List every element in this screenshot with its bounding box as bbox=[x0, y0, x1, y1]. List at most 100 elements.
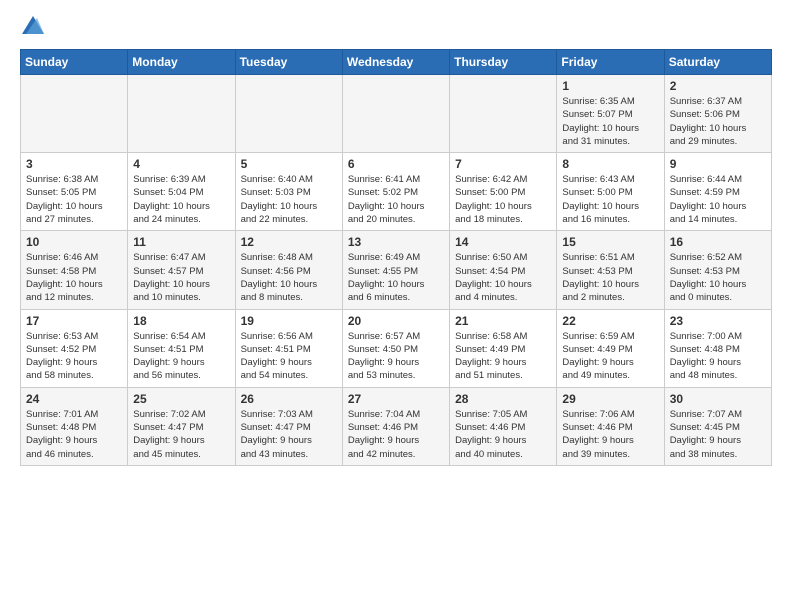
calendar-cell: 28Sunrise: 7:05 AMSunset: 4:46 PMDayligh… bbox=[450, 387, 557, 465]
day-info: Sunrise: 6:51 AMSunset: 4:53 PMDaylight:… bbox=[562, 251, 658, 304]
calendar-cell: 5 Sunrise: 6:40 AMSunset: 5:03 PMDaylight… bbox=[235, 153, 342, 231]
calendar-cell: 29 Sunrise: 7:06 AMSunset: 4:46 PMDayligh… bbox=[557, 387, 664, 465]
day-number: 7 bbox=[455, 157, 551, 171]
weekday-header-sunday: Sunday bbox=[21, 50, 128, 75]
calendar-cell: 13 Sunrise: 6:49 AMSunset: 4:55 PMDayligh… bbox=[342, 231, 449, 309]
day-number: 2 bbox=[670, 79, 766, 93]
calendar-cell: 30 Sunrise: 7:07 AMSunset: 4:45 PMDayligh… bbox=[664, 387, 771, 465]
calendar-cell bbox=[450, 75, 557, 153]
day-number: 22 bbox=[562, 314, 658, 328]
calendar-cell: 12 Sunrise: 6:48 AMSunset: 4:56 PMDayligh… bbox=[235, 231, 342, 309]
day-number: 4 bbox=[133, 157, 229, 171]
weekday-header-wednesday: Wednesday bbox=[342, 50, 449, 75]
page: SundayMondayTuesdayWednesdayThursdayFrid… bbox=[0, 0, 792, 482]
calendar-cell: 1 Sunrise: 6:35 AMSunset: 5:07 PMDaylight… bbox=[557, 75, 664, 153]
calendar-cell: 22Sunrise: 6:59 AMSunset: 4:49 PMDayligh… bbox=[557, 309, 664, 387]
calendar-cell: 2 Sunrise: 6:37 AMSunset: 5:06 PMDaylight… bbox=[664, 75, 771, 153]
calendar-cell: 9 Sunrise: 6:44 AMSunset: 4:59 PMDaylight… bbox=[664, 153, 771, 231]
calendar-cell: 3 Sunrise: 6:38 AMSunset: 5:05 PMDaylight… bbox=[21, 153, 128, 231]
day-info: Sunrise: 6:44 AMSunset: 4:59 PMDaylight:… bbox=[670, 173, 766, 226]
day-number: 12 bbox=[241, 235, 337, 249]
day-info: Sunrise: 6:52 AMSunset: 4:53 PMDaylight:… bbox=[670, 251, 766, 304]
calendar-cell: 17 Sunrise: 6:53 AMSunset: 4:52 PMDayligh… bbox=[21, 309, 128, 387]
day-info: Sunrise: 6:39 AMSunset: 5:04 PMDaylight:… bbox=[133, 173, 229, 226]
day-info: Sunrise: 7:00 AMSunset: 4:48 PMDaylight:… bbox=[670, 330, 766, 383]
day-number: 30 bbox=[670, 392, 766, 406]
day-number: 27 bbox=[348, 392, 444, 406]
day-info: Sunrise: 7:06 AMSunset: 4:46 PMDaylight:… bbox=[562, 408, 658, 461]
weekday-header-monday: Monday bbox=[128, 50, 235, 75]
day-number: 3 bbox=[26, 157, 122, 171]
calendar-cell: 4 Sunrise: 6:39 AMSunset: 5:04 PMDaylight… bbox=[128, 153, 235, 231]
day-info: Sunrise: 6:57 AMSunset: 4:50 PMDaylight:… bbox=[348, 330, 444, 383]
weekday-header-saturday: Saturday bbox=[664, 50, 771, 75]
day-info: Sunrise: 6:47 AMSunset: 4:57 PMDaylight:… bbox=[133, 251, 229, 304]
day-info: Sunrise: 6:37 AMSunset: 5:06 PMDaylight:… bbox=[670, 95, 766, 148]
calendar-cell: 8Sunrise: 6:43 AMSunset: 5:00 PMDaylight… bbox=[557, 153, 664, 231]
day-number: 24 bbox=[26, 392, 122, 406]
day-number: 11 bbox=[133, 235, 229, 249]
calendar-cell: 18 Sunrise: 6:54 AMSunset: 4:51 PMDayligh… bbox=[128, 309, 235, 387]
day-number: 21 bbox=[455, 314, 551, 328]
day-info: Sunrise: 7:03 AMSunset: 4:47 PMDaylight:… bbox=[241, 408, 337, 461]
logo bbox=[20, 16, 44, 39]
day-number: 13 bbox=[348, 235, 444, 249]
day-info: Sunrise: 6:42 AMSunset: 5:00 PMDaylight:… bbox=[455, 173, 551, 226]
calendar-cell: 21 Sunrise: 6:58 AMSunset: 4:49 PMDayligh… bbox=[450, 309, 557, 387]
calendar-cell: 15 Sunrise: 6:51 AMSunset: 4:53 PMDayligh… bbox=[557, 231, 664, 309]
calendar-cell: 25Sunrise: 7:02 AMSunset: 4:47 PMDayligh… bbox=[128, 387, 235, 465]
day-number: 14 bbox=[455, 235, 551, 249]
calendar-cell bbox=[235, 75, 342, 153]
calendar-cell: 10 Sunrise: 6:46 AMSunset: 4:58 PMDayligh… bbox=[21, 231, 128, 309]
logo-icon bbox=[22, 16, 44, 39]
week-row-5: 24Sunrise: 7:01 AMSunset: 4:48 PMDayligh… bbox=[21, 387, 772, 465]
calendar-cell: 26 Sunrise: 7:03 AMSunset: 4:47 PMDayligh… bbox=[235, 387, 342, 465]
calendar-cell bbox=[21, 75, 128, 153]
calendar-cell bbox=[128, 75, 235, 153]
day-info: Sunrise: 6:50 AMSunset: 4:54 PMDaylight:… bbox=[455, 251, 551, 304]
day-info: Sunrise: 6:38 AMSunset: 5:05 PMDaylight:… bbox=[26, 173, 122, 226]
calendar-cell: 27 Sunrise: 7:04 AMSunset: 4:46 PMDayligh… bbox=[342, 387, 449, 465]
calendar-cell: 14 Sunrise: 6:50 AMSunset: 4:54 PMDayligh… bbox=[450, 231, 557, 309]
week-row-1: 1 Sunrise: 6:35 AMSunset: 5:07 PMDaylight… bbox=[21, 75, 772, 153]
day-info: Sunrise: 6:56 AMSunset: 4:51 PMDaylight:… bbox=[241, 330, 337, 383]
weekday-header-row: SundayMondayTuesdayWednesdayThursdayFrid… bbox=[21, 50, 772, 75]
day-info: Sunrise: 6:41 AMSunset: 5:02 PMDaylight:… bbox=[348, 173, 444, 226]
day-number: 29 bbox=[562, 392, 658, 406]
day-number: 10 bbox=[26, 235, 122, 249]
day-number: 17 bbox=[26, 314, 122, 328]
header bbox=[20, 16, 772, 39]
calendar-cell: 24Sunrise: 7:01 AMSunset: 4:48 PMDayligh… bbox=[21, 387, 128, 465]
day-info: Sunrise: 6:54 AMSunset: 4:51 PMDaylight:… bbox=[133, 330, 229, 383]
day-info: Sunrise: 6:58 AMSunset: 4:49 PMDaylight:… bbox=[455, 330, 551, 383]
day-info: Sunrise: 7:07 AMSunset: 4:45 PMDaylight:… bbox=[670, 408, 766, 461]
day-info: Sunrise: 6:46 AMSunset: 4:58 PMDaylight:… bbox=[26, 251, 122, 304]
day-number: 15 bbox=[562, 235, 658, 249]
day-info: Sunrise: 7:04 AMSunset: 4:46 PMDaylight:… bbox=[348, 408, 444, 461]
day-info: Sunrise: 7:02 AMSunset: 4:47 PMDaylight:… bbox=[133, 408, 229, 461]
day-info: Sunrise: 6:48 AMSunset: 4:56 PMDaylight:… bbox=[241, 251, 337, 304]
day-number: 16 bbox=[670, 235, 766, 249]
day-info: Sunrise: 6:53 AMSunset: 4:52 PMDaylight:… bbox=[26, 330, 122, 383]
calendar-table: SundayMondayTuesdayWednesdayThursdayFrid… bbox=[20, 49, 772, 466]
week-row-2: 3 Sunrise: 6:38 AMSunset: 5:05 PMDaylight… bbox=[21, 153, 772, 231]
day-number: 20 bbox=[348, 314, 444, 328]
day-number: 9 bbox=[670, 157, 766, 171]
day-number: 28 bbox=[455, 392, 551, 406]
day-number: 1 bbox=[562, 79, 658, 93]
week-row-4: 17 Sunrise: 6:53 AMSunset: 4:52 PMDayligh… bbox=[21, 309, 772, 387]
day-number: 6 bbox=[348, 157, 444, 171]
weekday-header-friday: Friday bbox=[557, 50, 664, 75]
calendar-cell: 11 Sunrise: 6:47 AMSunset: 4:57 PMDayligh… bbox=[128, 231, 235, 309]
day-number: 26 bbox=[241, 392, 337, 406]
day-info: Sunrise: 6:35 AMSunset: 5:07 PMDaylight:… bbox=[562, 95, 658, 148]
day-number: 18 bbox=[133, 314, 229, 328]
calendar-cell: 16 Sunrise: 6:52 AMSunset: 4:53 PMDayligh… bbox=[664, 231, 771, 309]
calendar-cell: 7 Sunrise: 6:42 AMSunset: 5:00 PMDaylight… bbox=[450, 153, 557, 231]
day-number: 5 bbox=[241, 157, 337, 171]
day-info: Sunrise: 6:40 AMSunset: 5:03 PMDaylight:… bbox=[241, 173, 337, 226]
day-info: Sunrise: 6:49 AMSunset: 4:55 PMDaylight:… bbox=[348, 251, 444, 304]
weekday-header-thursday: Thursday bbox=[450, 50, 557, 75]
day-number: 8 bbox=[562, 157, 658, 171]
calendar-cell: 20 Sunrise: 6:57 AMSunset: 4:50 PMDayligh… bbox=[342, 309, 449, 387]
